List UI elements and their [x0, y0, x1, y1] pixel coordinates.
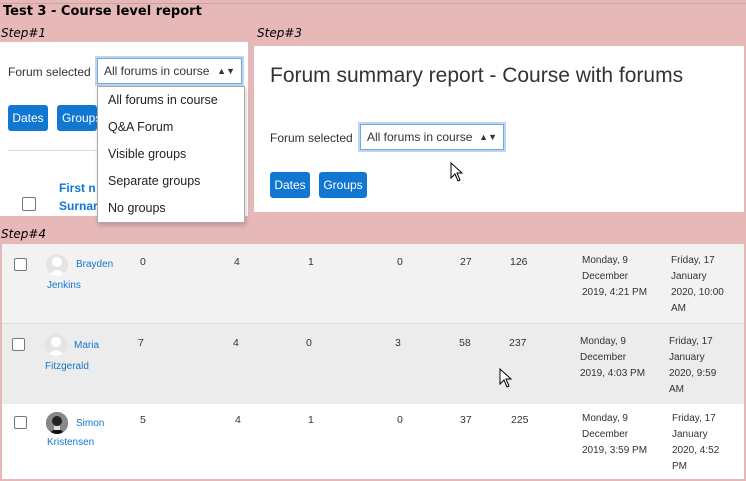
cell-value: 4 [233, 337, 239, 349]
table-row: Maria Fitzgerald 7 4 0 3 58 237 Monday, … [2, 323, 744, 405]
date-line: 2020, 4:52 [672, 445, 720, 456]
date-line: December [582, 271, 629, 282]
cell-value: 0 [306, 337, 312, 349]
user-last-name[interactable]: Jenkins [47, 280, 81, 291]
step3-panel: Forum summary report - Course with forum… [254, 46, 744, 212]
dates-button[interactable]: Dates [270, 172, 310, 198]
select-arrows-icon: ▲▼ [217, 66, 235, 76]
date-line: 2019, 3:59 PM [582, 445, 648, 456]
cell-value: 126 [510, 256, 528, 268]
cell-value: 58 [459, 337, 471, 349]
select-all-checkbox[interactable] [22, 197, 36, 211]
date-line: 2019, 4:21 PM [582, 287, 648, 298]
row-checkbox[interactable] [14, 258, 27, 271]
cell-value: 1 [308, 414, 314, 426]
dropdown-option[interactable]: Separate groups [98, 168, 244, 195]
row-checkbox[interactable] [14, 416, 27, 429]
first-name-header[interactable]: First n [59, 181, 96, 195]
groups-button[interactable]: Groups [57, 105, 101, 131]
date-line: January [672, 429, 708, 440]
date-first-post: Monday, 9 December 2019, 3:59 PM [582, 411, 658, 459]
date-line: Friday, 17 [671, 255, 715, 266]
date-last-post: Friday, 17 January 2020, 4:52 PM [672, 411, 746, 475]
forum-select[interactable]: All forums in course ▲▼ [360, 124, 504, 150]
step1-label: Step#1 [1, 26, 47, 40]
user-first-name[interactable]: Brayden [76, 259, 113, 270]
date-line: 2020, 10:00 [671, 287, 724, 298]
dropdown-option[interactable]: Visible groups [98, 141, 244, 168]
date-line: Monday, 9 [580, 336, 626, 347]
table-row: Simon Kristensen 5 4 1 0 37 225 Monday, … [2, 404, 744, 479]
date-line: AM [669, 384, 684, 395]
date-line: 2020, 9:59 [669, 368, 717, 379]
user-last-name[interactable]: Fitzgerald [45, 361, 89, 372]
page-title: Forum summary report - Course with forum… [270, 64, 684, 87]
date-line: Monday, 9 [582, 413, 628, 424]
mouse-cursor-icon [450, 162, 464, 182]
date-last-post: Friday, 17 January 2020, 9:59 AM [669, 334, 745, 398]
forum-selected-label: Forum selected [270, 131, 353, 145]
date-line: PM [672, 461, 687, 472]
select-arrows-icon: ▲▼ [479, 132, 497, 142]
forum-select[interactable]: All forums in course ▲▼ [97, 58, 242, 84]
date-line: December [582, 429, 629, 440]
row-checkbox[interactable] [12, 338, 25, 351]
cell-value: 0 [140, 256, 146, 268]
divider [8, 150, 98, 151]
date-line: December [580, 352, 627, 363]
cell-value: 1 [308, 256, 314, 268]
dates-button[interactable]: Dates [8, 105, 48, 131]
avatar [46, 412, 68, 434]
date-line: Friday, 17 [669, 336, 713, 347]
cell-value: 3 [395, 337, 401, 349]
date-first-post: Monday, 9 December 2019, 4:21 PM [582, 253, 658, 301]
date-first-post: Monday, 9 December 2019, 4:03 PM [580, 334, 656, 382]
dropdown-option[interactable]: All forums in course [98, 87, 244, 114]
cell-value: 7 [138, 337, 144, 349]
groups-button[interactable]: Groups [319, 172, 367, 198]
cell-value: 0 [397, 256, 403, 268]
cell-value: 4 [235, 414, 241, 426]
cell-value: 27 [460, 256, 472, 268]
date-line: AM [671, 303, 686, 314]
user-last-name[interactable]: Kristensen [47, 437, 94, 448]
dropdown-option[interactable]: Q&A Forum [98, 114, 244, 141]
avatar [45, 334, 67, 356]
forum-select-value: All forums in course [367, 130, 473, 144]
date-line: January [669, 352, 705, 363]
cell-value: 225 [511, 414, 529, 426]
surname-header[interactable]: Surnar [59, 199, 98, 213]
forum-selected-label: Forum selected [8, 65, 91, 79]
forum-select-value: All forums in course [104, 64, 210, 78]
date-line: Monday, 9 [582, 255, 628, 266]
step3-label: Step#3 [257, 26, 303, 40]
user-first-name[interactable]: Maria [74, 340, 99, 351]
cell-value: 37 [460, 414, 472, 426]
date-line: January [671, 271, 707, 282]
user-first-name[interactable]: Simon [76, 418, 104, 429]
cell-value: 237 [509, 337, 527, 349]
avatar [46, 254, 68, 276]
table-row: Brayden Jenkins 0 4 1 0 27 126 Monday, 9… [2, 244, 744, 323]
step4-label: Step#4 [1, 227, 47, 241]
date-line: Friday, 17 [672, 413, 716, 424]
cell-value: 4 [234, 256, 240, 268]
dropdown-option[interactable]: No groups [98, 195, 244, 222]
date-line: 2019, 4:03 PM [580, 368, 646, 379]
cell-value: 0 [397, 414, 403, 426]
forum-dropdown-menu: All forums in course Q&A Forum Visible g… [97, 86, 245, 223]
mouse-cursor-icon [499, 368, 513, 388]
date-last-post: Friday, 17 January 2020, 10:00 AM [671, 253, 746, 317]
cell-value: 5 [140, 414, 146, 426]
document-title: Test 3 - Course level report [3, 4, 202, 19]
step4-table: Brayden Jenkins 0 4 1 0 27 126 Monday, 9… [2, 244, 744, 479]
